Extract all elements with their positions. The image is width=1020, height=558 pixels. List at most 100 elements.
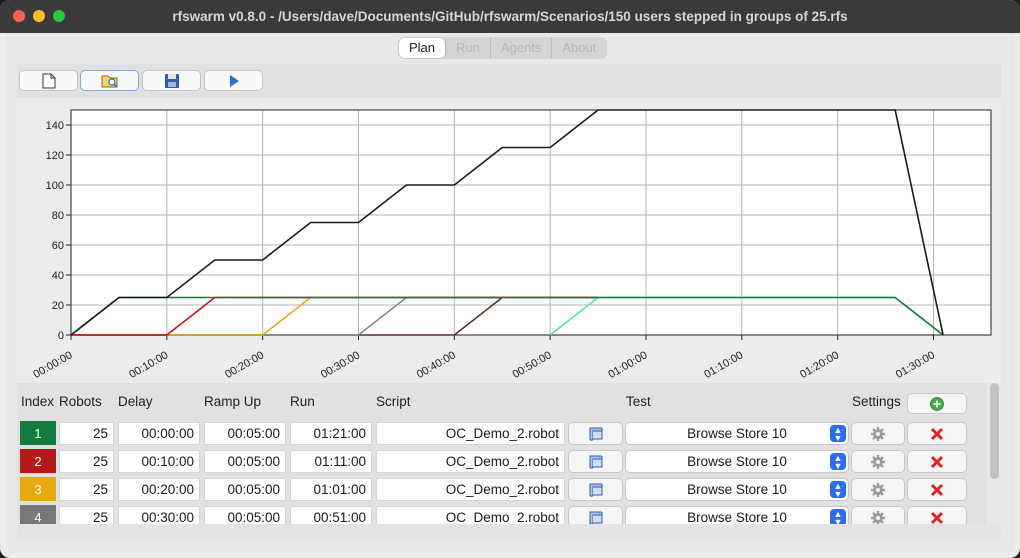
robots-field[interactable]: 25	[59, 422, 114, 445]
test-select-value: Browse Store 10	[687, 426, 787, 441]
delete-icon	[930, 483, 944, 496]
y-tick-label: 140	[46, 120, 64, 132]
run-button[interactable]	[204, 70, 263, 91]
script-icon	[589, 427, 603, 441]
chevron-updown-icon: ▲ ▼	[830, 481, 846, 499]
x-tick-label: 00:20:00	[223, 349, 266, 381]
y-tick-label: 100	[46, 180, 64, 192]
users-over-time-chart: 00:00:00 00:10:00 00:20:00 00:30:00 00:40:00…	[31, 109, 992, 381]
table-row: 3 25 00:20:00 00:05:00 01:01:00 OC_Demo_2.rob…	[17, 477, 1001, 501]
x-tick-label: 00:00:00	[31, 349, 74, 381]
new-scenario-button[interactable]	[19, 70, 78, 91]
rampup-field[interactable]: 00:05:00	[204, 478, 286, 501]
gear-icon	[871, 426, 885, 441]
delete-row-button[interactable]	[907, 422, 967, 445]
scenario-grid: Index Robots Delay Ramp Up Run Script Te…	[17, 383, 987, 529]
select-script-button[interactable]	[568, 422, 623, 445]
run-field[interactable]: 01:21:00	[290, 422, 372, 445]
x-tick-label: 01:10:00	[702, 349, 745, 381]
script-icon	[589, 483, 603, 497]
open-scenario-button[interactable]	[80, 70, 139, 91]
tab-bar: Plan Run Agents About	[398, 37, 608, 59]
row-settings-button[interactable]	[851, 478, 905, 501]
delete-icon	[930, 427, 944, 440]
x-tick-label: 00:10:00	[127, 349, 170, 381]
gear-icon	[871, 482, 885, 497]
close-window-button[interactable]	[13, 10, 25, 22]
chevron-updown-icon: ▲ ▼	[830, 425, 846, 443]
script-field[interactable]: OC_Demo_2.robot	[376, 478, 565, 501]
x-tick-label: 01:30:00	[894, 349, 937, 381]
delete-icon	[930, 511, 944, 524]
test-select-value: Browse Store 10	[687, 454, 787, 469]
y-tick-label: 40	[52, 270, 64, 282]
open-folder-icon	[101, 75, 118, 88]
window-title: rfswarm v0.8.0 - /Users/dave/Documents/G…	[172, 9, 848, 24]
select-script-button[interactable]	[568, 478, 623, 501]
table-row: 2 25 00:10:00 00:05:00 01:11:00 OC_Demo_2.rob…	[17, 449, 1001, 473]
delay-field[interactable]: 00:10:00	[118, 450, 200, 473]
table-row: 1 25 00:00:00 00:05:00 01:21:00 OC_Demo_2.rob…	[17, 421, 1001, 445]
row-index-badge[interactable]: 1	[20, 421, 56, 445]
window-titlebar: rfswarm v0.8.0 - /Users/dave/Documents/G…	[0, 0, 1020, 33]
new-file-icon	[42, 73, 55, 88]
header-rampup: Ramp Up	[204, 394, 262, 409]
horizontal-scrollbar[interactable]	[17, 524, 1001, 540]
zoom-window-button[interactable]	[53, 10, 65, 22]
gear-icon	[871, 454, 885, 469]
header-settings: Settings	[852, 394, 901, 409]
x-tick-label: 00:40:00	[415, 349, 458, 381]
y-tick-label: 20	[52, 300, 64, 312]
play-icon	[229, 74, 239, 87]
script-icon	[589, 455, 603, 469]
test-select[interactable]: Browse Store 10 ▲ ▼	[625, 450, 849, 473]
delete-row-button[interactable]	[907, 450, 967, 473]
script-icon	[589, 511, 603, 525]
delay-field[interactable]: 00:20:00	[118, 478, 200, 501]
test-select[interactable]: Browse Store 10 ▲ ▼	[625, 478, 849, 501]
row-settings-button[interactable]	[851, 450, 905, 473]
delete-row-button[interactable]	[907, 478, 967, 501]
y-tick-label: 80	[52, 210, 64, 222]
row-settings-button[interactable]	[851, 422, 905, 445]
tab-run[interactable]: Run	[446, 38, 491, 58]
y-tick-label: 120	[46, 150, 64, 162]
script-field[interactable]: OC_Demo_2.robot	[376, 450, 565, 473]
tab-about[interactable]: About	[552, 38, 606, 58]
header-delay: Delay	[118, 394, 153, 409]
header-run: Run	[290, 394, 315, 409]
robots-field[interactable]: 25	[59, 478, 114, 501]
rampup-field[interactable]: 00:05:00	[204, 422, 286, 445]
toolbar	[17, 64, 1001, 98]
vertical-scrollbar[interactable]	[990, 383, 999, 479]
run-field[interactable]: 01:11:00	[290, 450, 372, 473]
x-tick-label: 01:20:00	[798, 349, 841, 381]
test-select-value: Browse Store 10	[687, 482, 787, 497]
minimize-window-button[interactable]	[33, 10, 45, 22]
rampup-field[interactable]: 00:05:00	[204, 450, 286, 473]
header-script: Script	[376, 394, 411, 409]
y-tick-label: 0	[58, 330, 64, 342]
select-script-button[interactable]	[568, 450, 623, 473]
header-robots: Robots	[59, 394, 102, 409]
test-select[interactable]: Browse Store 10 ▲ ▼	[625, 422, 849, 445]
scenario-graph: 00:00:00 00:10:00 00:20:00 00:30:00 00:40:00…	[17, 98, 1001, 383]
chevron-updown-icon: ▲ ▼	[830, 453, 846, 471]
script-field[interactable]: OC_Demo_2.robot	[376, 422, 565, 445]
y-tick-label: 60	[52, 240, 64, 252]
tab-agents[interactable]: Agents	[491, 38, 553, 58]
run-field[interactable]: 01:01:00	[290, 478, 372, 501]
x-tick-label: 00:30:00	[319, 349, 362, 381]
row-index-badge[interactable]: 2	[20, 449, 56, 473]
save-scenario-button[interactable]	[142, 70, 201, 91]
delay-field[interactable]: 00:00:00	[118, 422, 200, 445]
add-icon	[930, 396, 944, 411]
row-index-badge[interactable]: 3	[20, 477, 56, 501]
tab-plan[interactable]: Plan	[399, 38, 447, 58]
header-test: Test	[626, 394, 651, 409]
app-window: rfswarm v0.8.0 - /Users/dave/Documents/G…	[0, 0, 1020, 558]
save-icon	[164, 73, 179, 88]
x-tick-label: 01:00:00	[606, 349, 649, 381]
add-row-button[interactable]	[907, 393, 967, 414]
robots-field[interactable]: 25	[59, 450, 114, 473]
